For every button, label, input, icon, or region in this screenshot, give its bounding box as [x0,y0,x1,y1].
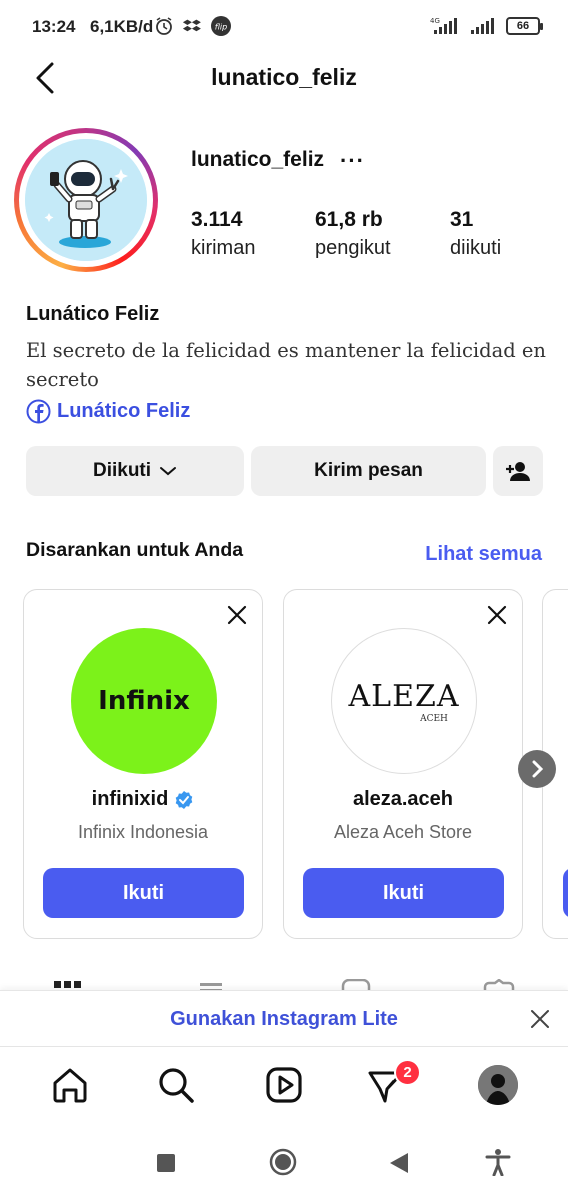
chevron-right-icon [532,760,544,778]
suggestion-card[interactable]: Infinix infinixid Infinix Indonesia Ikut… [23,589,263,939]
more-options-icon[interactable]: ··· [340,148,365,174]
svg-text:flip: flip [215,23,227,32]
profile-username: lunatico_feliz [191,148,325,171]
follow-button[interactable]: Ikuti [303,868,504,918]
infinix-logo-text: Infinix [98,686,190,716]
status-net-speed: 6,1KB/d [90,17,154,36]
see-all-link[interactable]: Lihat semua [425,543,542,566]
recent-apps-icon[interactable] [156,1153,176,1173]
chevron-down-icon [160,467,177,476]
aleza-logo-subtext: ACEH [420,713,448,724]
profile-avatar-tab[interactable] [478,1065,518,1105]
notification-badge: 2 [394,1059,421,1086]
back-button-icon[interactable] [388,1151,410,1175]
instagram-lite-banner[interactable]: Gunakan Instagram Lite [0,990,568,1046]
following-button[interactable]: Diikuti [26,446,244,496]
aleza-logo[interactable]: ALEZA ACEH [331,628,477,774]
facebook-link-label: Lunático Feliz [57,400,191,422]
verified-badge-icon [176,790,193,809]
page-title: lunatico_feliz [211,64,357,90]
signal-4g-icon: 4G [430,17,457,34]
reels-icon[interactable] [264,1065,304,1105]
suggestion-subtitle: Aleza Aceh Store [333,822,473,842]
close-icon[interactable] [530,1009,550,1029]
alarm-icon [156,17,172,35]
follow-button[interactable]: Ikuti [43,868,244,918]
add-person-icon [506,462,530,481]
astronaut-avatar-image [25,139,147,261]
dropbox-icon [182,19,201,32]
message-button-label: Kirim pesan [314,460,423,481]
search-icon[interactable] [156,1065,196,1105]
following-count[interactable]: 31 [450,208,473,232]
following-button-label: Diikuti [92,460,152,481]
status-icons: flip [154,15,232,37]
status-time: 13:24 [32,17,76,36]
flip-app-icon: flip [211,16,231,36]
followers-count[interactable]: 61,8 rb [315,208,383,232]
suggestion-card[interactable]: ALEZA ACEH aleza.aceh Aleza Aceh Store I… [283,589,523,939]
infinix-logo[interactable]: Infinix [71,628,217,774]
signal-icon [471,18,494,34]
status-right: 4G 66 [430,16,543,36]
message-button[interactable]: Kirim pesan [251,446,486,496]
facebook-icon [26,399,51,424]
aleza-logo-text: ALEZA [348,678,460,714]
svg-text:4G: 4G [430,17,440,25]
bottom-navigation: 2 [0,1046,568,1124]
instagram-lite-link[interactable]: Gunakan Instagram Lite [0,1008,568,1031]
home-button-icon[interactable] [269,1148,297,1176]
close-icon[interactable] [226,604,248,626]
followers-label[interactable]: pengikut [315,237,391,260]
next-suggestion-button[interactable] [518,750,556,788]
close-icon[interactable] [486,604,508,626]
suggestion-subtitle: Infinix Indonesia [77,822,209,842]
facebook-link[interactable]: Lunático Feliz [26,399,190,424]
suggestion-username[interactable]: aleza.aceh [284,788,522,811]
system-navigation [0,1124,568,1200]
suggestions-title: Disarankan untuk Anda [26,539,244,561]
profile-bio: El secreto de la felicidad es mantener l… [26,339,546,391]
status-bar: 13:24 6,1KB/d flip 4G 66 [0,0,568,54]
profile-avatar[interactable] [14,128,158,272]
suggestion-username[interactable]: infinixid [24,788,262,811]
battery-icon: 66 [506,17,543,35]
accessibility-icon[interactable] [485,1148,511,1176]
posts-label[interactable]: kiriman [191,237,255,260]
posts-count[interactable]: 3.114 [191,208,242,232]
suggest-people-button[interactable] [493,446,543,496]
profile-display-name: Lunático Feliz [26,303,160,325]
following-label[interactable]: diikuti [450,237,501,260]
home-icon[interactable] [50,1065,90,1105]
